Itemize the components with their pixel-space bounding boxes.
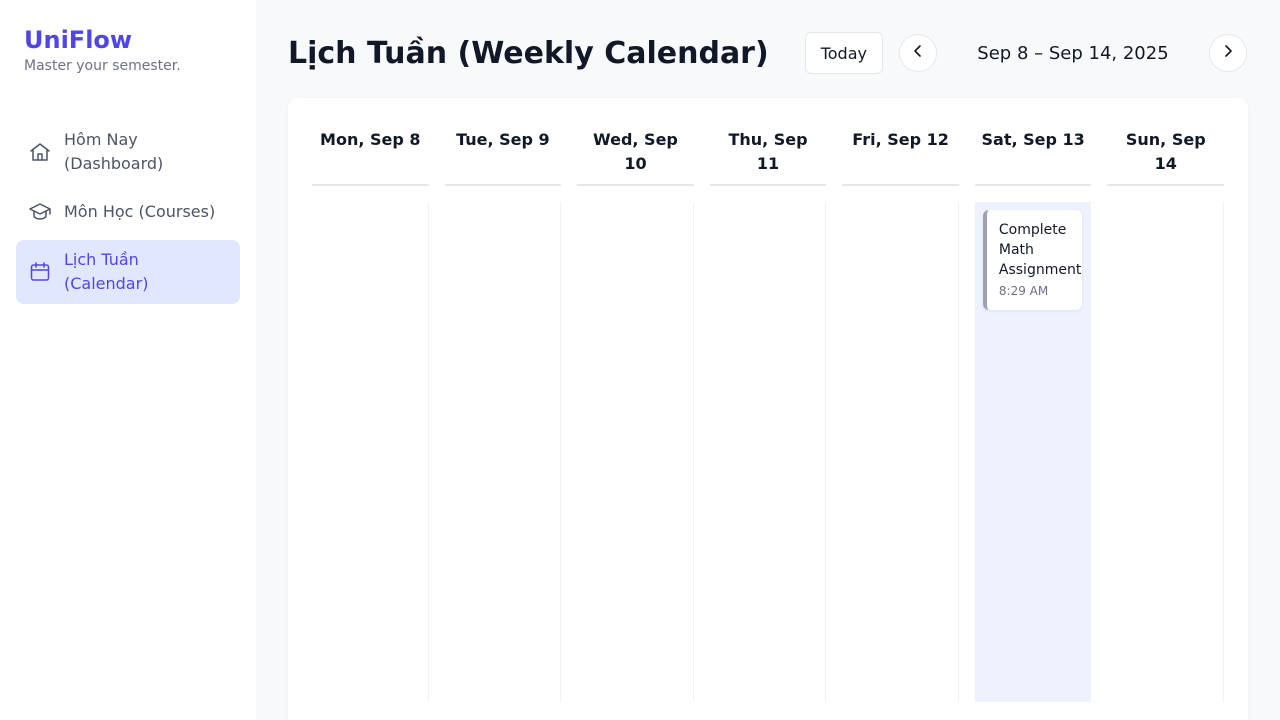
day-column-sun: Sun, Sep 14 xyxy=(1107,120,1225,702)
day-header: Fri, Sep 12 xyxy=(842,120,959,186)
sidebar-item-label: Lịch Tuần (Calendar) xyxy=(64,250,149,293)
day-body[interactable] xyxy=(710,202,827,702)
day-body[interactable] xyxy=(842,202,959,702)
day-column-sat: Sat, Sep 13 Complete Math Assignment 8:2… xyxy=(974,120,1092,702)
day-body[interactable] xyxy=(312,202,429,702)
sidebar-item-label: Hôm Nay (Dashboard) xyxy=(64,130,164,173)
day-column-tue: Tue, Sep 9 xyxy=(444,120,562,702)
sidebar-item-calendar[interactable]: Lịch Tuần (Calendar) xyxy=(16,240,240,304)
brand: UniFlow Master your semester. xyxy=(16,25,240,74)
sidebar-item-dashboard[interactable]: Hôm Nay (Dashboard) xyxy=(16,120,240,184)
day-header: Tue, Sep 9 xyxy=(444,120,562,186)
next-week-button[interactable] xyxy=(1208,34,1247,72)
previous-week-button[interactable] xyxy=(898,34,937,72)
day-column-wed: Wed, Sep 10 xyxy=(577,120,694,702)
home-icon xyxy=(28,140,52,164)
sidebar: UniFlow Master your semester. Hôm Nay (D… xyxy=(0,0,256,720)
day-body[interactable]: Complete Math Assignment 8:29 AM xyxy=(974,202,1092,702)
event-time: 8:29 AM xyxy=(998,284,1049,298)
day-header: Sat, Sep 13 xyxy=(974,120,1092,186)
calendar-days: Mon, Sep 8 Tue, Sep 9 Wed, Sep 10 Thu, S… xyxy=(312,120,1225,702)
event-card[interactable]: Complete Math Assignment 8:29 AM xyxy=(982,210,1083,310)
sidebar-item-label: Môn Học (Courses) xyxy=(64,202,216,221)
day-column-fri: Fri, Sep 12 xyxy=(842,120,959,702)
day-header: Mon, Sep 8 xyxy=(312,120,429,186)
sidebar-nav: Hôm Nay (Dashboard) Môn Học (Courses) Lị… xyxy=(16,120,240,304)
chevron-left-icon xyxy=(910,43,926,63)
main-content: Lịch Tuần (Weekly Calendar) Today Sep 8 … xyxy=(256,0,1280,720)
graduation-cap-icon xyxy=(28,200,52,224)
day-header: Thu, Sep 11 xyxy=(709,120,827,186)
app-tagline: Master your semester. xyxy=(24,58,181,74)
app-logo-text[interactable]: UniFlow xyxy=(24,25,240,55)
event-title: Complete Math Assignment xyxy=(998,222,1082,278)
day-header: Sun, Sep 14 xyxy=(1107,120,1225,186)
date-range-label: Sep 8 – Sep 14, 2025 xyxy=(977,42,1169,64)
day-body[interactable] xyxy=(445,202,562,702)
day-header: Wed, Sep 10 xyxy=(577,120,694,186)
day-column-mon: Mon, Sep 8 xyxy=(312,120,429,702)
day-column-thu: Thu, Sep 11 xyxy=(709,120,827,702)
weekly-calendar: Mon, Sep 8 Tue, Sep 9 Wed, Sep 10 Thu, S… xyxy=(288,98,1248,720)
day-body[interactable] xyxy=(577,202,694,702)
today-button[interactable]: Today xyxy=(804,32,883,74)
sidebar-item-courses[interactable]: Môn Học (Courses) xyxy=(16,192,240,232)
page-title: Lịch Tuần (Weekly Calendar) xyxy=(288,35,769,71)
day-body[interactable] xyxy=(1107,202,1225,702)
chevron-right-icon xyxy=(1220,43,1236,63)
calendar-icon xyxy=(28,260,52,284)
calendar-header: Lịch Tuần (Weekly Calendar) Today Sep 8 … xyxy=(288,32,1248,74)
